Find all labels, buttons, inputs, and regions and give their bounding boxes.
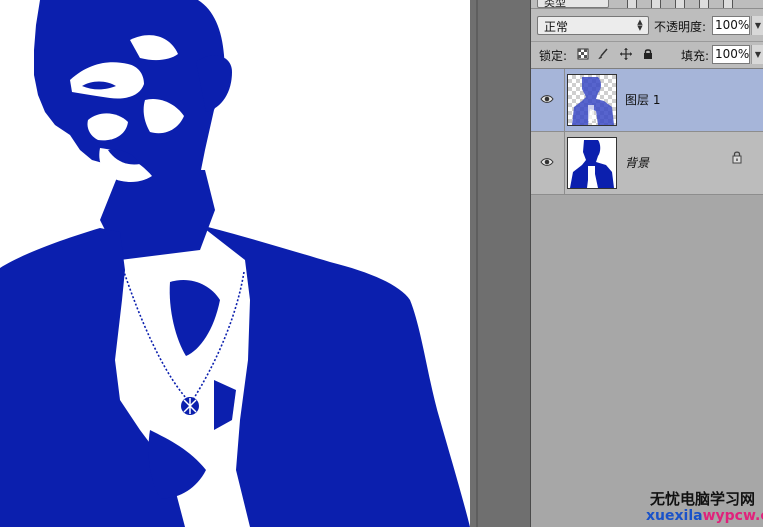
row-divider [564, 132, 565, 194]
filter-type-icon[interactable] [675, 0, 685, 8]
lock-image-pixels-icon[interactable] [597, 48, 609, 60]
visibility-eye-icon[interactable] [540, 93, 554, 105]
blend-opacity-row: 正常 ▲ ▼ 不透明度: 100% ▼ [531, 9, 763, 42]
watermark-url-part1: xuexila [646, 508, 703, 524]
watermark-url: xuexilawypcw.com [646, 508, 763, 524]
layer-filter-row: 类型 [531, 0, 763, 9]
filter-adjustment-icon[interactable] [651, 0, 661, 8]
updown-arrows-icon: ▲ ▼ [637, 18, 643, 32]
lock-position-icon[interactable] [620, 48, 632, 60]
layers-panel: 类型 正常 ▲ ▼ 不透明度: 100% ▼ 锁定: 填充: 100% ▼ 图层… [530, 0, 763, 527]
opacity-input[interactable]: 100% [712, 16, 750, 35]
blend-mode-value: 正常 [544, 20, 569, 34]
layer-kind-filter[interactable]: 类型 [537, 0, 609, 8]
layer-kind-filter-label: 类型 [544, 0, 566, 9]
layer-thumbnail[interactable] [567, 137, 617, 189]
posterized-portrait [0, 0, 470, 527]
watermark-title: 无忧电脑学习网 [650, 490, 756, 508]
layers-list-empty-area[interactable] [531, 196, 763, 527]
layer-row-background[interactable]: 背景 [531, 132, 763, 195]
filter-smart-object-icon[interactable] [723, 0, 733, 8]
layer-name[interactable]: 背景 [625, 154, 649, 171]
blend-mode-select[interactable]: 正常 ▲ ▼ [537, 16, 649, 35]
watermark-url-part2: wypcw.com [702, 508, 763, 524]
filter-icons [627, 0, 747, 8]
layer-row-layer1[interactable]: 图层 1 [531, 69, 763, 132]
fill-input[interactable]: 100% [712, 45, 750, 64]
canvas-edge-divider [476, 0, 478, 527]
lock-fill-row: 锁定: 填充: 100% ▼ [531, 42, 763, 69]
filter-pixel-icon[interactable] [627, 0, 637, 8]
lock-transparent-pixels-icon[interactable] [577, 48, 589, 60]
fill-dropdown-icon[interactable]: ▼ [751, 45, 763, 64]
layer-locked-icon [732, 151, 742, 164]
filter-shape-icon[interactable] [699, 0, 709, 8]
layer-thumbnail[interactable] [567, 74, 617, 126]
lock-all-icon[interactable] [642, 48, 654, 60]
visibility-eye-icon[interactable] [540, 156, 554, 168]
lock-label: 锁定: [539, 49, 568, 63]
layer-name[interactable]: 图层 1 [625, 91, 660, 108]
opacity-dropdown-icon[interactable]: ▼ [751, 16, 763, 35]
fill-label: 填充: [681, 49, 710, 63]
document-canvas[interactable] [0, 0, 470, 527]
opacity-label: 不透明度: [654, 20, 707, 34]
row-divider [564, 69, 565, 131]
workspace-gutter [470, 0, 530, 527]
watermark: 无忧电脑学习网 xuexilawypcw.com [646, 488, 763, 527]
